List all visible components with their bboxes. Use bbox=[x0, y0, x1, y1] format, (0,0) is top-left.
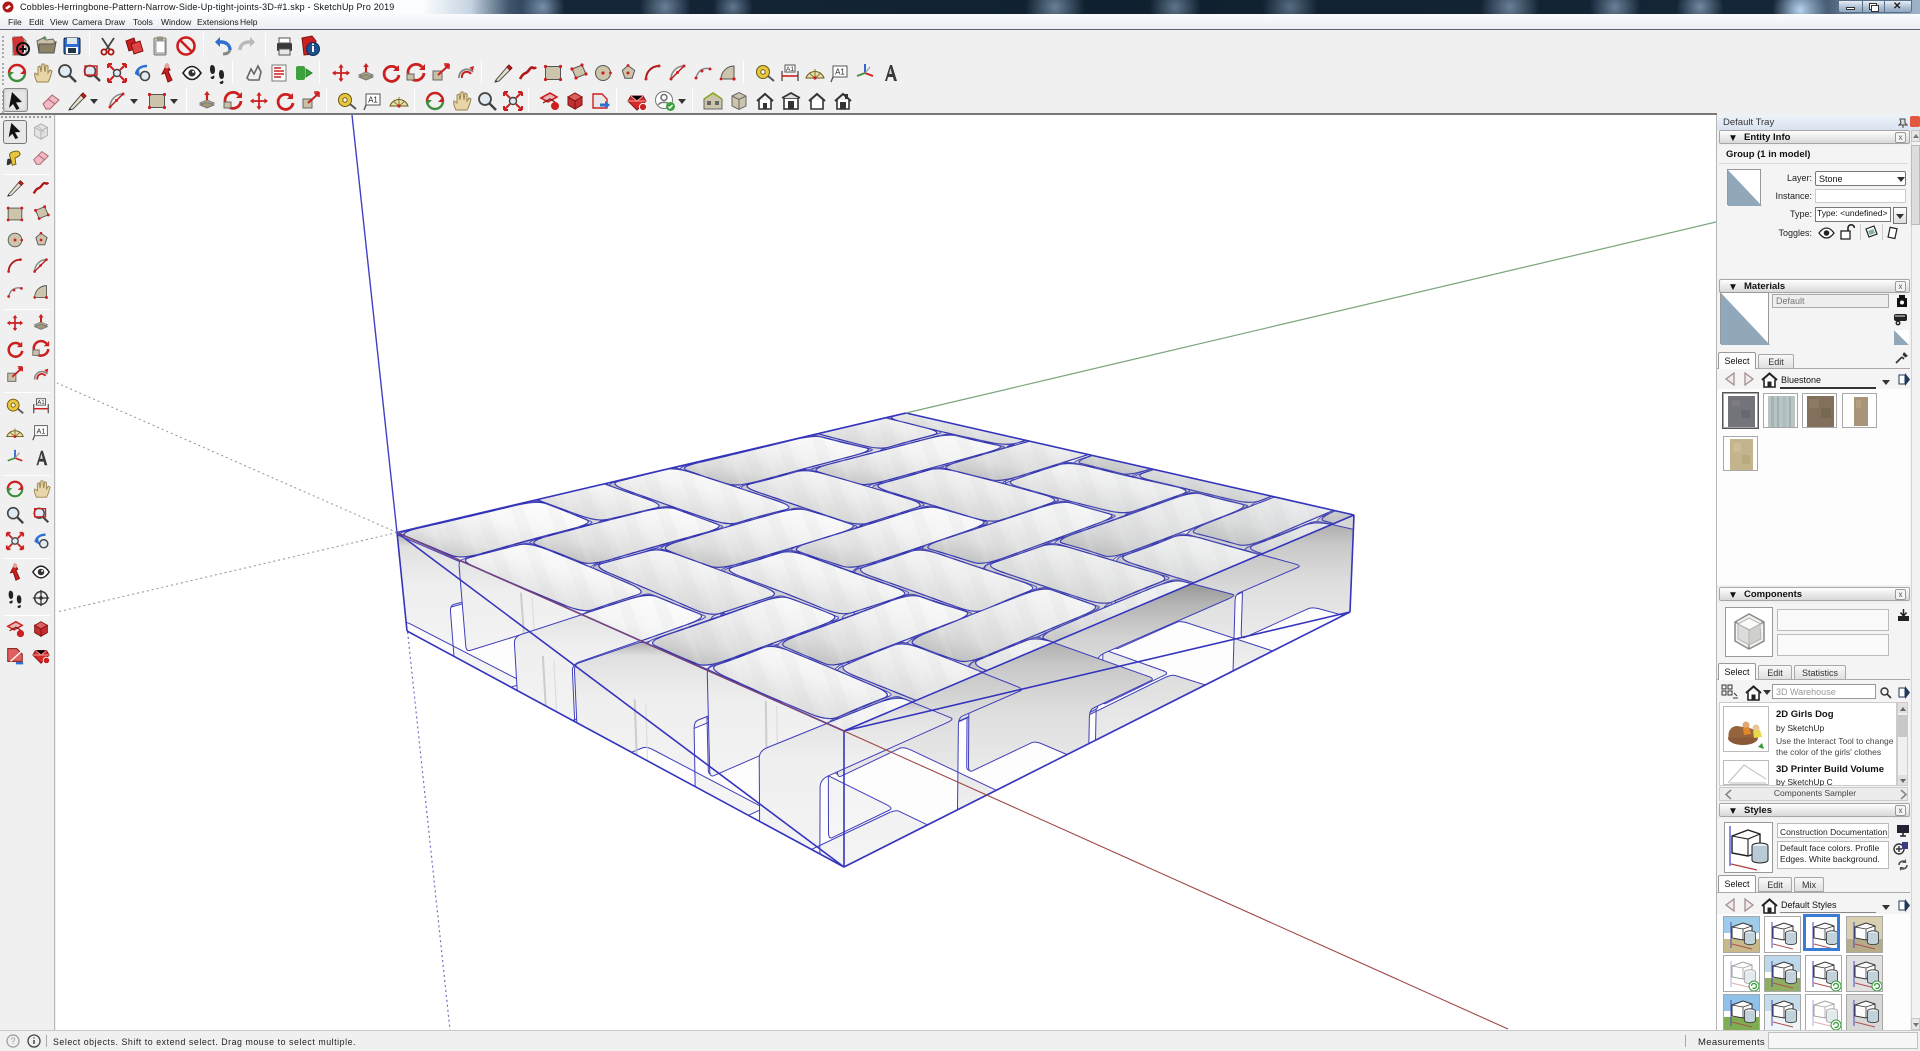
svg-text:A1: A1 bbox=[37, 426, 46, 435]
svg-text:A1: A1 bbox=[786, 66, 794, 73]
svg-text:A1: A1 bbox=[37, 400, 44, 406]
svg-text:A1: A1 bbox=[835, 68, 845, 77]
svg-text:A1: A1 bbox=[368, 96, 378, 105]
svg-text:?: ? bbox=[10, 1036, 15, 1046]
